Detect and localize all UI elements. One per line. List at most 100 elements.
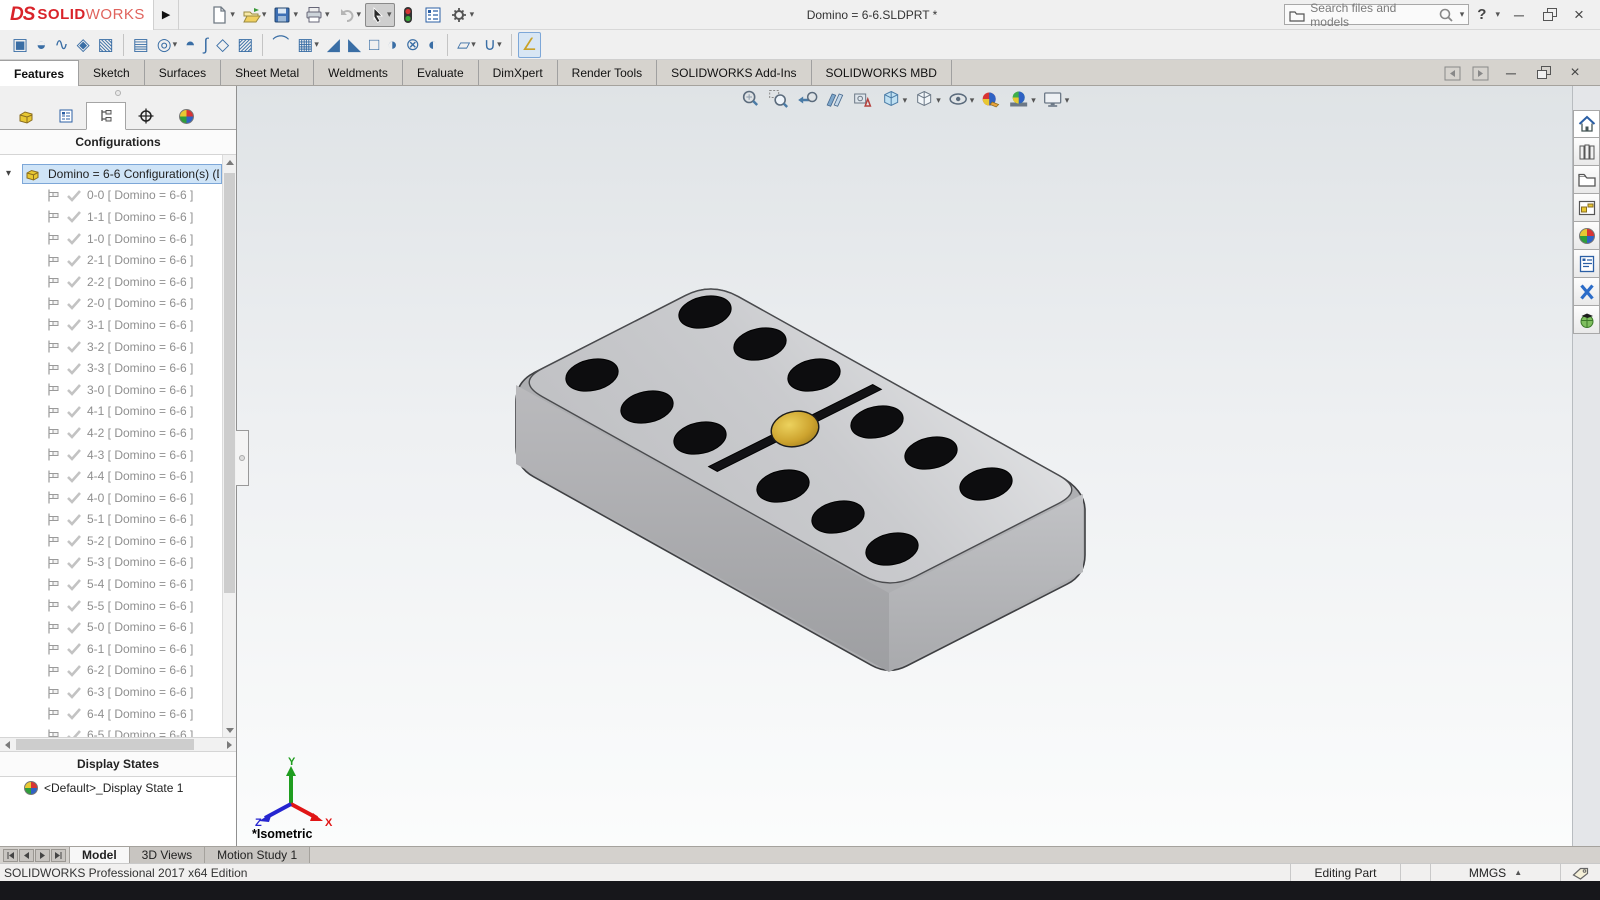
options-list-button[interactable] <box>421 2 445 28</box>
tab-render-tools[interactable]: Render Tools <box>558 60 658 85</box>
graphics-viewport[interactable]: ▾ ▾ ▾ ▾ ▾ <box>237 86 1572 846</box>
configuration-item[interactable]: 6-3 [ Domino = 6-6 ] <box>0 681 222 703</box>
custom-properties-tab[interactable] <box>1573 250 1600 278</box>
previous-window-icon[interactable] <box>1444 66 1462 81</box>
configuration-item[interactable]: 1-1 [ Domino = 6-6 ] <box>0 206 222 228</box>
rib-button[interactable]: ◢ <box>324 32 343 58</box>
configuration-item[interactable]: 5-2 [ Domino = 6-6 ] <box>0 530 222 552</box>
units-selector[interactable]: MMGS ▲ <box>1430 864 1560 881</box>
swept-boss-base-button[interactable]: ∿ <box>51 32 71 58</box>
dimxpertmanager-tab[interactable] <box>126 103 166 129</box>
configuration-item[interactable]: 5-5 [ Domino = 6-6 ] <box>0 595 222 617</box>
configuration-item[interactable]: 4-3 [ Domino = 6-6 ] <box>0 444 222 466</box>
intersect-button[interactable]: ⊗ <box>403 32 423 58</box>
tree-horizontal-scrollbar[interactable] <box>0 738 236 752</box>
boundary-cut-button[interactable]: ▨ <box>234 32 256 58</box>
configuration-item[interactable]: 4-4 [ Domino = 6-6 ] <box>0 465 222 487</box>
extruded-boss-base-button[interactable]: ▣ <box>9 32 31 58</box>
configuration-item[interactable]: 4-0 [ Domino = 6-6 ] <box>0 487 222 509</box>
configuration-item[interactable]: 4-1 [ Domino = 6-6 ] <box>0 401 222 423</box>
open-button[interactable]: ▾ <box>239 2 269 28</box>
next-tab-button[interactable] <box>35 849 50 862</box>
configuration-item[interactable]: 2-0 [ Domino = 6-6 ] <box>0 293 222 315</box>
save-button[interactable]: ▾ <box>270 2 300 28</box>
panel-splitter[interactable] <box>0 86 236 100</box>
print-button[interactable]: ▾ <box>302 2 332 28</box>
curves-button[interactable]: ∪ ▾ <box>481 32 505 58</box>
performance-indicator-icon[interactable] <box>397 2 419 28</box>
configuration-item[interactable]: 1-0 [ Domino = 6-6 ] <box>0 228 222 250</box>
scroll-right-arrow[interactable] <box>222 738 236 752</box>
tab-sketch[interactable]: Sketch <box>79 60 145 85</box>
boundary-boss-base-button[interactable]: ▧ <box>95 32 117 58</box>
tab-weldments[interactable]: Weldments <box>314 60 403 85</box>
tab-model[interactable]: Model <box>69 847 130 863</box>
restore-button[interactable] <box>1538 7 1560 23</box>
propertymanager-tab[interactable] <box>46 103 86 129</box>
doc-minimize-button[interactable]: ─ <box>1500 65 1522 81</box>
tab-features[interactable]: Features <box>0 60 79 86</box>
configuration-root-row[interactable]: ▾ Domino = 6-6 Configuration(s) (D <box>0 163 222 185</box>
minimize-button[interactable]: ─ <box>1508 7 1530 23</box>
solidworks-resources-tab[interactable] <box>1573 306 1600 334</box>
fillet-button[interactable]: ⌒ <box>269 32 292 58</box>
mirror-button[interactable]: ◐ <box>425 32 441 58</box>
configuration-item[interactable]: 6-5 [ Domino = 6-6 ] <box>0 724 222 737</box>
tree-vertical-scrollbar[interactable] <box>222 155 236 737</box>
configuration-item[interactable]: 3-3 [ Domino = 6-6 ] <box>0 357 222 379</box>
design-library-tab[interactable] <box>1573 138 1600 166</box>
scrollbar-thumb[interactable] <box>16 739 194 750</box>
wrap-button[interactable]: ◑ <box>384 32 400 58</box>
configuration-item[interactable]: 5-0 [ Domino = 6-6 ] <box>0 616 222 638</box>
first-tab-button[interactable] <box>3 849 18 862</box>
next-window-icon[interactable] <box>1472 66 1490 81</box>
configuration-item[interactable]: 6-2 [ Domino = 6-6 ] <box>0 660 222 682</box>
configuration-item[interactable]: 0-0 [ Domino = 6-6 ] <box>0 185 222 207</box>
tab-3d-views[interactable]: 3D Views <box>130 847 205 863</box>
doc-close-button[interactable]: × <box>1564 64 1586 82</box>
draft-button[interactable]: ◣ <box>345 32 364 58</box>
configuration-item[interactable]: 5-3 [ Domino = 6-6 ] <box>0 552 222 574</box>
units-dropdown-icon[interactable]: ▲ <box>1514 868 1522 877</box>
tab-solidworks-mbd[interactable]: SOLIDWORKS MBD <box>812 60 952 85</box>
tab-sheet-metal[interactable]: Sheet Metal <box>221 60 314 85</box>
tag-button[interactable] <box>1560 864 1600 881</box>
scroll-up-arrow[interactable] <box>223 155 237 169</box>
undo-button[interactable]: ▾ <box>334 2 364 28</box>
doc-restore-button[interactable] <box>1532 65 1554 81</box>
configuration-item[interactable]: 2-1 [ Domino = 6-6 ] <box>0 249 222 271</box>
configuration-item[interactable]: 3-1 [ Domino = 6-6 ] <box>0 314 222 336</box>
search-input[interactable]: Search files and models ▾ <box>1284 4 1469 25</box>
select-button[interactable]: ▾ <box>365 3 395 27</box>
appearances-scenes-tab[interactable] <box>1573 222 1600 250</box>
expand-arrow-icon[interactable]: ▾ <box>6 168 22 179</box>
panel-collapse-handle[interactable] <box>236 430 249 486</box>
scroll-left-arrow[interactable] <box>0 738 14 752</box>
revolved-cut-button[interactable]: ◓ <box>182 32 198 58</box>
extruded-cut-button[interactable]: ▤ <box>130 32 152 58</box>
tab-surfaces[interactable]: Surfaces <box>145 60 221 85</box>
scroll-down-arrow[interactable] <box>223 723 237 737</box>
tab-motion-study-1[interactable]: Motion Study 1 <box>205 847 310 863</box>
display-state-item[interactable]: <Default>_Display State 1 <box>0 777 236 799</box>
scrollbar-thumb[interactable] <box>224 173 235 593</box>
linear-pattern-button[interactable]: ▦ ▾ <box>294 32 322 58</box>
view-palette-tab[interactable] <box>1573 194 1600 222</box>
settings-gear-button[interactable]: ▾ <box>447 2 477 28</box>
configuration-item[interactable]: 6-4 [ Domino = 6-6 ] <box>0 703 222 725</box>
configuration-item[interactable]: 5-4 [ Domino = 6-6 ] <box>0 573 222 595</box>
swept-cut-button[interactable]: ∫ <box>200 32 211 58</box>
configuration-item[interactable]: 6-1 [ Domino = 6-6 ] <box>0 638 222 660</box>
displaymanager-tab[interactable] <box>166 103 206 129</box>
new-document-button[interactable]: ▾ <box>207 2 237 28</box>
menu-flyout-button[interactable]: ▶ <box>154 0 179 30</box>
configuration-item[interactable]: 2-2 [ Domino = 6-6 ] <box>0 271 222 293</box>
configuration-item[interactable]: 5-1 [ Domino = 6-6 ] <box>0 509 222 531</box>
configuration-item[interactable]: 4-2 [ Domino = 6-6 ] <box>0 422 222 444</box>
home-tab[interactable] <box>1573 110 1600 138</box>
solidworks-forum-tab[interactable] <box>1573 278 1600 306</box>
file-explorer-tab[interactable] <box>1573 166 1600 194</box>
lofted-boss-base-button[interactable]: ◈ <box>74 32 93 58</box>
last-tab-button[interactable] <box>51 849 66 862</box>
instant3d-button[interactable]: ∠ <box>518 32 541 58</box>
